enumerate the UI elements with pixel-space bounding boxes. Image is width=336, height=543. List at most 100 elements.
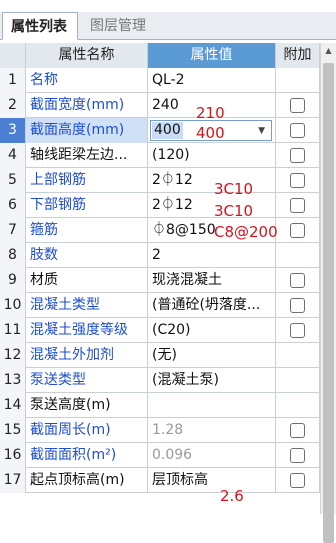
scroll-thumb[interactable] xyxy=(323,63,334,543)
property-value[interactable]: (C20) xyxy=(148,318,276,343)
table-row[interactable]: 14 泵送高度(m) xyxy=(0,393,320,418)
attach-checkbox[interactable] xyxy=(290,98,305,113)
property-name: 混凝土外加剂 xyxy=(26,343,148,368)
annotation-bottom-rebar: 3C10 xyxy=(214,202,254,220)
header-num xyxy=(0,43,26,68)
property-name: 混凝土强度等级 xyxy=(26,318,148,343)
attach-checkbox[interactable] xyxy=(290,173,305,188)
property-value[interactable]: 2 xyxy=(148,243,276,268)
attach-cell xyxy=(276,418,320,443)
row-number: 13 xyxy=(0,368,26,393)
row-number: 6 xyxy=(0,193,26,218)
property-name: 截面高度(mm) xyxy=(26,118,148,143)
row-number: 15 xyxy=(0,418,26,443)
property-value[interactable]: 2⏀12 xyxy=(148,168,276,193)
attach-cell xyxy=(276,443,320,468)
attach-cell xyxy=(276,143,320,168)
attach-checkbox[interactable] xyxy=(290,273,305,288)
annotation-stirrup: C8@200 xyxy=(214,223,278,241)
top-strip xyxy=(0,0,336,10)
row-number: 10 xyxy=(0,293,26,318)
property-name: 轴线距梁左边... xyxy=(26,143,148,168)
property-name: 截面面积(m²) xyxy=(26,443,148,468)
attach-checkbox[interactable] xyxy=(290,298,305,313)
table-row[interactable]: 17 起点顶标高(m) 层顶标高 xyxy=(0,468,320,493)
property-name: 名称 xyxy=(26,68,148,93)
property-name: 截面宽度(mm) xyxy=(26,93,148,118)
attach-checkbox[interactable] xyxy=(290,223,305,238)
property-name: 截面周长(m) xyxy=(26,418,148,443)
row-number: 8 xyxy=(0,243,26,268)
scroll-up-icon[interactable]: ▲ xyxy=(321,43,336,59)
annotation-top-rebar: 3C10 xyxy=(214,180,254,198)
property-name: 上部钢筋 xyxy=(26,168,148,193)
table-row[interactable]: 12 混凝土外加剂 (无) xyxy=(0,343,320,368)
property-value[interactable]: 层顶标高 xyxy=(148,468,276,493)
attach-cell xyxy=(276,93,320,118)
tab-layer-management[interactable]: 图层管理 xyxy=(82,12,154,40)
table-row[interactable]: 5 上部钢筋 2⏀12 xyxy=(0,168,320,193)
row-number: 14 xyxy=(0,393,26,418)
attach-cell xyxy=(276,218,320,243)
property-value[interactable]: QL-2 xyxy=(148,68,276,93)
property-value[interactable] xyxy=(148,393,276,418)
attach-checkbox[interactable] xyxy=(290,473,305,488)
row-number: 1 xyxy=(0,68,26,93)
property-value[interactable]: 现浇混凝土 xyxy=(148,268,276,293)
property-value[interactable]: (混凝土泵) xyxy=(148,368,276,393)
table-row[interactable]: 13 泵送类型 (混凝土泵) xyxy=(0,368,320,393)
dropdown-arrow-icon[interactable]: ▼ xyxy=(258,121,265,142)
annotation-height: 400 xyxy=(196,124,225,142)
table-row[interactable]: 16 截面面积(m²) 0.096 xyxy=(0,443,320,468)
property-name: 下部钢筋 xyxy=(26,193,148,218)
attach-cell xyxy=(276,468,320,493)
attach-cell xyxy=(276,168,320,193)
attach-cell xyxy=(276,118,320,143)
tab-property-list[interactable]: 属性列表 xyxy=(2,12,78,40)
attach-cell xyxy=(276,368,320,393)
property-value: 0.096 xyxy=(148,443,276,468)
property-value[interactable]: (普通砼(坍落度... xyxy=(148,293,276,318)
panel-tabs: 属性列表 图层管理 xyxy=(0,12,336,40)
table-row[interactable]: 6 下部钢筋 2⏀12 xyxy=(0,193,320,218)
property-grid: 属性名称 属性值 附加 1 名称 QL-2 2 截面宽度(mm) 240 3 截… xyxy=(0,43,320,493)
header-property-value[interactable]: 属性值 xyxy=(148,43,276,68)
attach-checkbox[interactable] xyxy=(290,448,305,463)
attach-cell xyxy=(276,68,320,93)
attach-checkbox[interactable] xyxy=(290,198,305,213)
attach-checkbox[interactable] xyxy=(290,323,305,338)
row-number: 5 xyxy=(0,168,26,193)
table-row-selected[interactable]: 3 截面高度(mm) 400 ▼ xyxy=(0,118,320,143)
table-row[interactable]: 15 截面周长(m) 1.28 xyxy=(0,418,320,443)
table-row[interactable]: 10 混凝土类型 (普通砼(坍落度... xyxy=(0,293,320,318)
row-number: 4 xyxy=(0,143,26,168)
value-input-text[interactable]: 400 xyxy=(152,122,183,139)
attach-cell xyxy=(276,268,320,293)
attach-cell xyxy=(276,393,320,418)
attach-cell xyxy=(276,293,320,318)
property-value[interactable]: (120) xyxy=(148,143,276,168)
table-row[interactable]: 1 名称 QL-2 xyxy=(0,68,320,93)
property-name: 材质 xyxy=(26,268,148,293)
table-row[interactable]: 9 材质 现浇混凝土 xyxy=(0,268,320,293)
table-row[interactable]: 11 混凝土强度等级 (C20) xyxy=(0,318,320,343)
property-name: 混凝土类型 xyxy=(26,293,148,318)
attach-cell xyxy=(276,343,320,368)
attach-checkbox[interactable] xyxy=(290,423,305,438)
table-row[interactable]: 8 肢数 2 xyxy=(0,243,320,268)
header-property-name[interactable]: 属性名称 xyxy=(26,43,148,68)
attach-checkbox[interactable] xyxy=(290,148,305,163)
property-value[interactable]: 2⏀12 xyxy=(148,193,276,218)
row-number: 12 xyxy=(0,343,26,368)
table-row[interactable]: 4 轴线距梁左边... (120) xyxy=(0,143,320,168)
header-attach[interactable]: 附加 xyxy=(276,43,320,68)
vertical-scrollbar[interactable]: ▲ xyxy=(320,43,336,543)
attach-cell xyxy=(276,243,320,268)
row-number: 3 xyxy=(0,118,26,143)
property-value[interactable]: (无) xyxy=(148,343,276,368)
annotation-elevation: 2.6 xyxy=(220,487,244,505)
attach-cell xyxy=(276,193,320,218)
table-row[interactable]: 2 截面宽度(mm) 240 xyxy=(0,93,320,118)
property-value: 1.28 xyxy=(148,418,276,443)
attach-checkbox[interactable] xyxy=(290,123,305,138)
